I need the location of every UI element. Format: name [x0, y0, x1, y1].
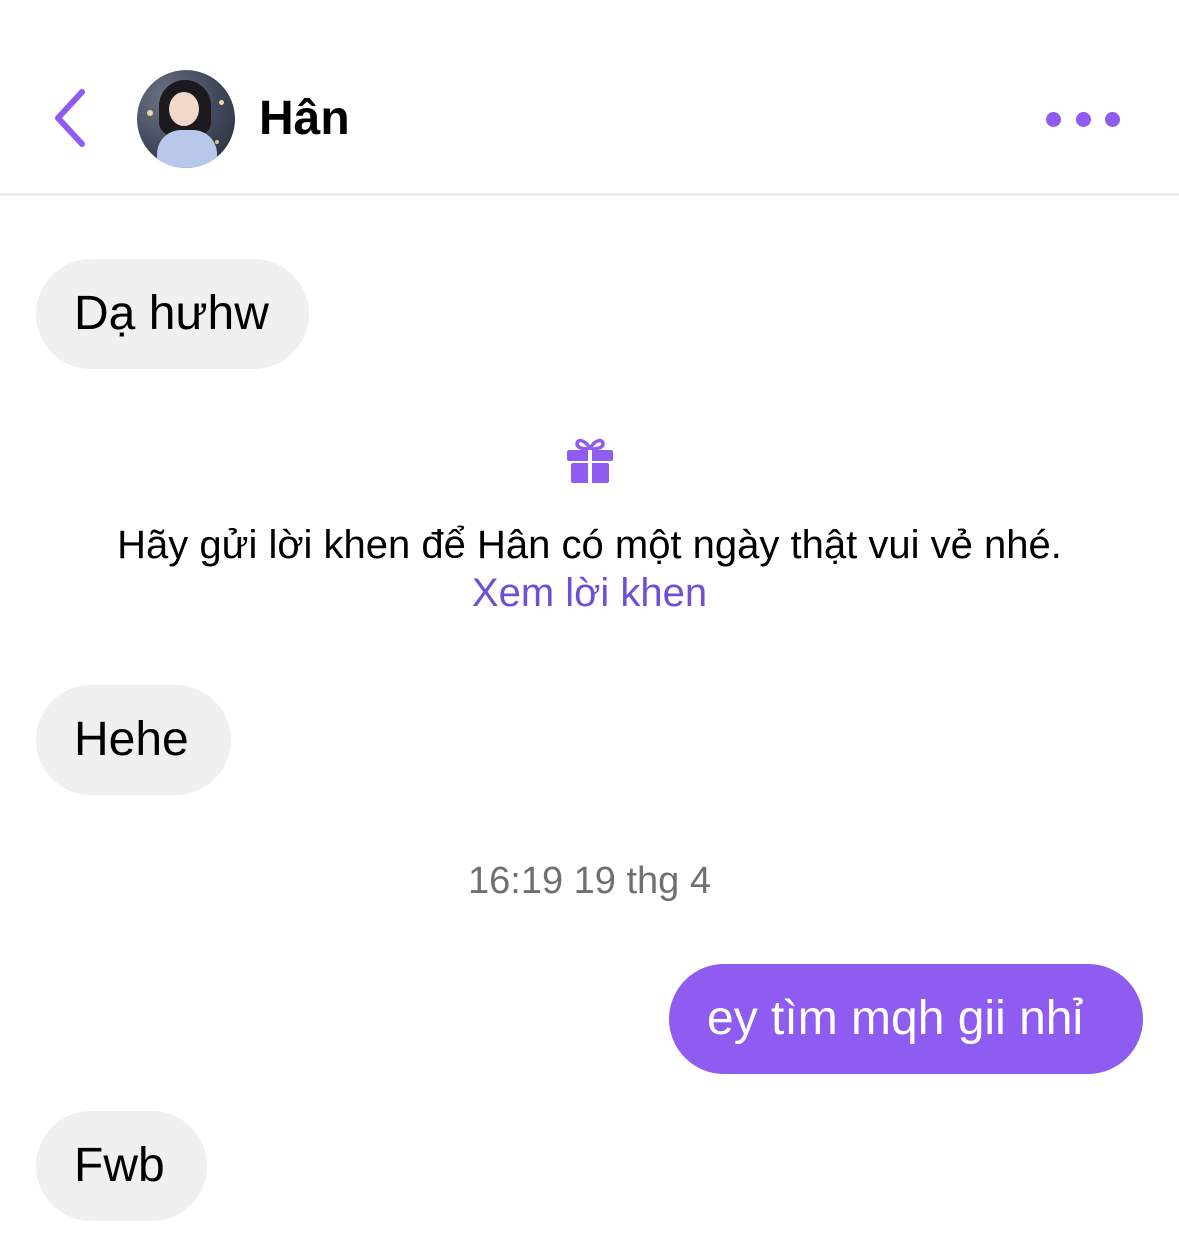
more-dot	[1105, 111, 1120, 127]
view-compliments-link[interactable]: Xem lời khen	[472, 571, 707, 615]
more-dot	[1075, 111, 1091, 127]
message-bubble-incoming[interactable]: Hehe	[36, 685, 231, 795]
contact-name[interactable]: Hân	[259, 90, 350, 148]
message-text: Dạ hưhw	[74, 287, 269, 340]
compliment-prompt-text: Hãy gửi lời khen để Hân có một ngày thật…	[117, 523, 1062, 567]
back-button[interactable]	[40, 78, 100, 158]
message-timestamp: 16:19 19 thg 4	[468, 860, 711, 902]
message-bubble-incoming[interactable]: Fwb	[36, 1111, 207, 1221]
gift-icon	[567, 438, 613, 483]
message-text: Hehe	[74, 713, 189, 766]
avatar[interactable]	[137, 70, 235, 168]
message-text: Fwb	[74, 1139, 165, 1192]
message-bubble-outgoing[interactable]: ey tìm mqh gii nhỉ	[669, 964, 1143, 1074]
chevron-left-icon	[55, 89, 85, 147]
more-options-button[interactable]	[1046, 104, 1120, 134]
message-text: ey tìm mqh gii nhỉ	[707, 992, 1084, 1045]
more-dots-icon	[1046, 111, 1061, 127]
view-compliments-row: Xem lời khen	[0, 568, 1179, 618]
message-bubble-incoming[interactable]: Dạ hưhw	[36, 259, 309, 369]
chat-screen: Hân Dạ hưhw Hãy gửi lời khen để Hân có m…	[0, 0, 1179, 1254]
chat-header: Hân	[0, 0, 1179, 196]
